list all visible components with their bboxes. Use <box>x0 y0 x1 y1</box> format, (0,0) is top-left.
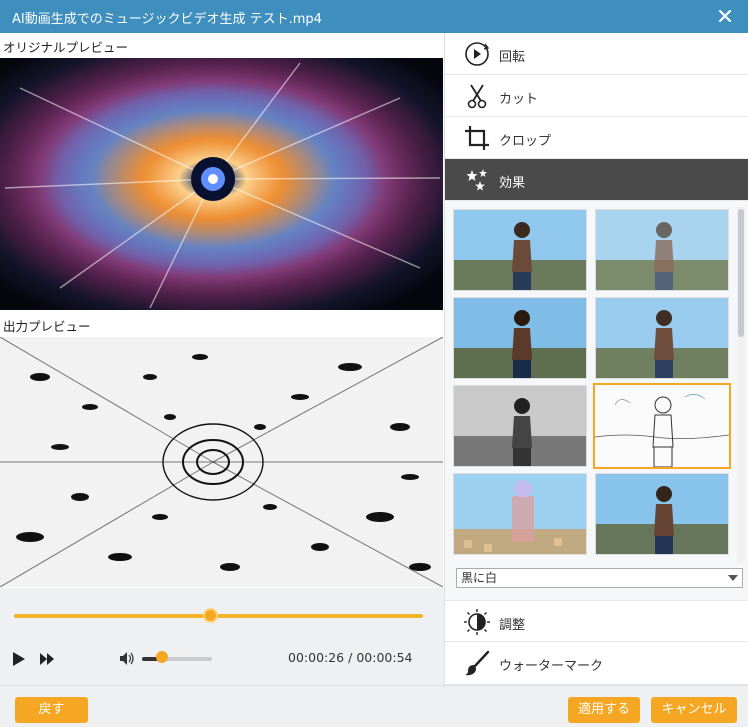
window-title: AI動画生成でのミュージックビデオ生成 テスト.mp4 <box>12 12 322 27</box>
menu-item-watermark[interactable]: ウォーターマーク <box>445 642 748 685</box>
effect-thumbnail[interactable] <box>595 297 729 379</box>
menu-item-rotate[interactable]: 回転 <box>445 33 748 75</box>
effect-grid <box>453 209 733 559</box>
time-separator: / <box>348 650 353 665</box>
seek-bar[interactable] <box>14 614 423 618</box>
effect-thumbnail-selected[interactable] <box>593 383 731 469</box>
original-preview-label: オリジナルプレビュー <box>3 40 129 55</box>
effect-thumbnail[interactable] <box>595 209 729 291</box>
menu-label-adjust: 調整 <box>499 618 526 633</box>
menu-item-adjust[interactable]: 調整 <box>445 600 748 642</box>
effect-thumbnail[interactable] <box>595 473 729 555</box>
menu-label-rotate: 回転 <box>499 50 526 65</box>
preview-pane: オリジナルプレビュー 出力プレビュー 00:00:26 / 00:00:54 <box>0 33 444 685</box>
sparkle-icon <box>466 169 487 191</box>
volume-thumb[interactable] <box>155 651 168 663</box>
player-controls: 00:00:26 / 00:00:54 <box>0 588 444 685</box>
menu-item-crop[interactable]: クロップ <box>445 117 748 159</box>
close-icon[interactable] <box>716 7 734 25</box>
scrollbar-thumb[interactable] <box>738 209 744 337</box>
seek-thumb[interactable] <box>203 608 219 623</box>
current-time: 00:00:26 <box>288 650 345 665</box>
title-bar: AI動画生成でのミュージックビデオ生成 テスト.mp4 <box>0 0 748 33</box>
brightness-icon <box>464 609 490 635</box>
menu-label-crop: クロップ <box>499 134 552 149</box>
menu-label-effect: 効果 <box>499 176 526 191</box>
apply-button[interactable]: 適用する <box>568 697 640 723</box>
volume-icon[interactable] <box>119 651 135 666</box>
total-time: 00:00:54 <box>356 650 413 665</box>
menu-label-cut: カット <box>499 92 539 107</box>
effect-scrollbar[interactable] <box>737 207 745 563</box>
menu-label-watermark: ウォーターマーク <box>499 659 604 674</box>
menu-item-effect[interactable]: 効果 <box>445 159 748 201</box>
effect-thumbnail[interactable] <box>453 297 587 379</box>
time-readout: 00:00:26 / 00:00:54 <box>288 650 412 665</box>
chevron-down-icon <box>728 575 738 581</box>
output-preview-label: 出力プレビュー <box>3 319 91 334</box>
effect-thumbnail[interactable] <box>453 385 587 467</box>
play-icon[interactable] <box>12 651 26 667</box>
footer-bar: 戻す 適用する キャンセル <box>0 685 748 727</box>
fast-forward-icon[interactable] <box>40 653 54 665</box>
cancel-button[interactable]: キャンセル <box>651 697 737 723</box>
original-preview <box>0 58 443 310</box>
effect-thumbnail[interactable] <box>453 473 587 555</box>
effect-filter-value: 黒に白 <box>461 571 498 585</box>
rotate-icon <box>465 42 490 66</box>
back-button[interactable]: 戻す <box>15 697 88 723</box>
edit-panel: 回転 カット クロップ 効果 黒に白 調整 ウォーターマーク <box>444 33 748 685</box>
output-preview <box>0 337 443 587</box>
crop-icon <box>465 126 489 150</box>
brush-icon <box>465 650 490 676</box>
menu-item-cut[interactable]: カット <box>445 75 748 117</box>
effect-thumbnail[interactable] <box>453 209 587 291</box>
effect-filter-select[interactable]: 黒に白 <box>456 568 743 588</box>
scissors-icon <box>467 84 487 109</box>
